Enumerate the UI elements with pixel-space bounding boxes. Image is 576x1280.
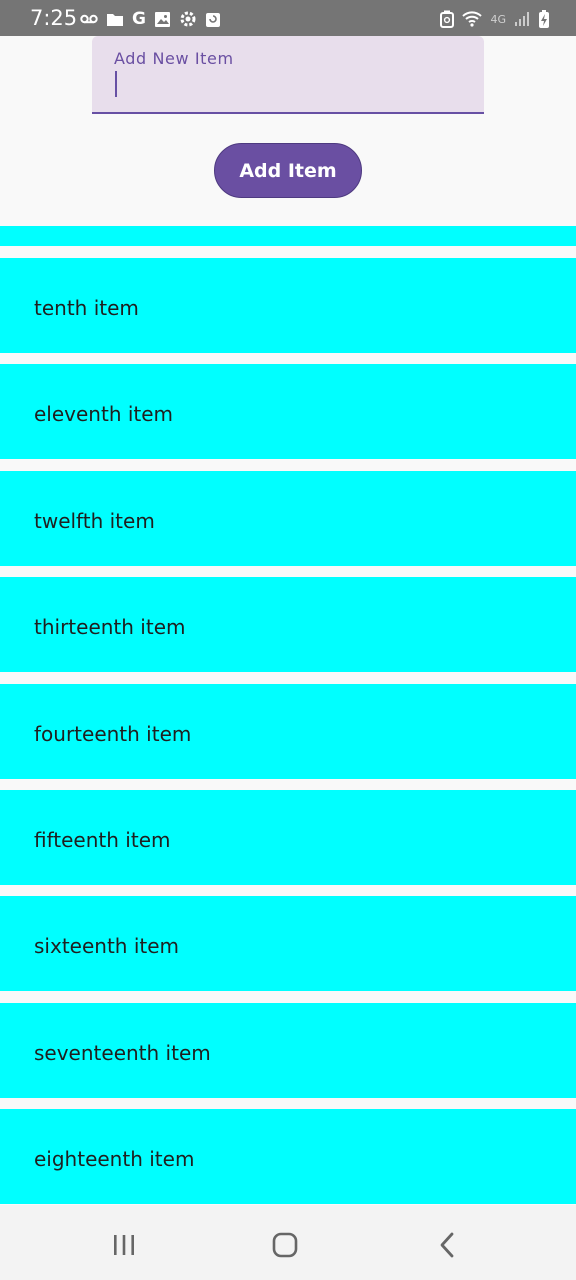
- voicemail-icon: [80, 13, 98, 25]
- list-item-label: tenth item: [34, 296, 139, 320]
- add-item-button[interactable]: Add Item: [214, 143, 362, 198]
- status-bar: 7:25 G 4G: [0, 0, 576, 36]
- list-item[interactable]: thirteenth item: [0, 577, 576, 672]
- calendar-icon: [205, 11, 221, 28]
- battery-charging-icon: [538, 9, 550, 29]
- status-time: 7:25: [30, 6, 78, 30]
- settings-icon: [179, 10, 197, 28]
- list-item-label: sixteenth item: [34, 934, 179, 958]
- list-item-label: fourteenth item: [34, 722, 192, 746]
- list-item[interactable]: fifteenth item: [0, 790, 576, 885]
- new-item-text-field[interactable]: Add New Item: [92, 36, 484, 114]
- list-item[interactable]: fourteenth item: [0, 684, 576, 779]
- list-item-label: eleventh item: [34, 402, 174, 426]
- back-icon[interactable]: [417, 1225, 477, 1265]
- google-icon: G: [132, 9, 146, 29]
- system-icons: 4G: [440, 9, 550, 29]
- list-item-partial[interactable]: [0, 226, 576, 246]
- list-item-label: seventeenth item: [34, 1041, 211, 1065]
- list-item[interactable]: twelfth item: [0, 471, 576, 566]
- list-item-label: eighteenth item: [34, 1147, 195, 1171]
- list-item-label: thirteenth item: [34, 615, 186, 639]
- battery-saver-icon: [440, 10, 455, 28]
- wifi-icon: [462, 10, 483, 28]
- list-item-label: twelfth item: [34, 509, 155, 533]
- recent-apps-icon[interactable]: [94, 1225, 154, 1265]
- signal-icon: [514, 11, 530, 27]
- folder-icon: [106, 12, 124, 27]
- list-item[interactable]: tenth item: [0, 258, 576, 353]
- home-icon[interactable]: [255, 1225, 315, 1265]
- notification-icons: G: [80, 9, 221, 29]
- list-item-label: fifteenth item: [34, 828, 171, 852]
- list-item[interactable]: eighteenth item: [0, 1109, 576, 1204]
- list-item[interactable]: sixteenth item: [0, 896, 576, 991]
- input-label: Add New Item: [114, 49, 234, 68]
- list-item[interactable]: seventeenth item: [0, 1003, 576, 1098]
- network-4g-icon: 4G: [490, 12, 506, 26]
- new-item-input[interactable]: [114, 72, 464, 98]
- navigation-bar: [0, 1205, 576, 1280]
- list-item[interactable]: eleventh item: [0, 364, 576, 459]
- text-cursor: [115, 71, 117, 97]
- image-icon: [154, 11, 171, 28]
